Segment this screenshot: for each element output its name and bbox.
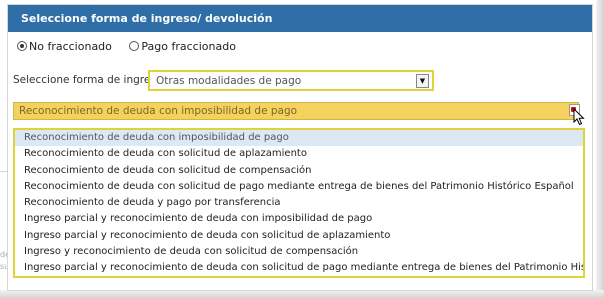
radio-checked-icon[interactable] — [17, 40, 27, 51]
dropdown-option[interactable]: Reconocimiento de deuda con solicitud de… — [15, 146, 583, 162]
modalidad-options-list: Reconocimiento de deuda con imposibilida… — [13, 128, 585, 278]
dropdown-option[interactable]: Ingreso parcial y reconocimiento de deud… — [15, 211, 583, 227]
forma-ingreso-label: Seleccione forma de ingreso: — [13, 74, 166, 86]
mouse-pointer-icon — [573, 108, 585, 126]
radio-label: Pago fraccionado — [141, 39, 236, 53]
triangle-down-icon[interactable]: ▼ — [416, 74, 429, 88]
payment-mode-radio-group: No fraccionado Pago fraccionado — [17, 39, 236, 55]
modalidad-select[interactable]: Reconocimiento de deuda con imposibilida… — [13, 102, 579, 120]
page-shadow-bottom — [0, 290, 604, 298]
panel-header: Seleccione forma de ingreso/ devolución — [8, 5, 592, 32]
radio-unchecked-icon[interactable] — [129, 40, 140, 51]
dropdown-option[interactable]: Reconocimiento de deuda con solicitud de… — [15, 179, 583, 195]
dropdown-option[interactable]: Ingreso y reconocimiento de deuda con so… — [15, 244, 583, 260]
dropdown-option[interactable]: Ingreso parcial y reconocimiento de deud… — [15, 260, 583, 276]
dropdown-option[interactable]: Reconocimiento de deuda y pago por trans… — [15, 195, 583, 211]
modalidad-value: Reconocimiento de deuda con imposibilida… — [19, 105, 298, 117]
page-shadow-right — [596, 0, 604, 298]
dropdown-option[interactable]: Reconocimiento de deuda con solicitud de… — [15, 163, 583, 179]
dropdown-option[interactable]: Ingreso parcial y reconocimiento de deud… — [15, 228, 583, 244]
dropdown-option[interactable]: Reconocimiento de deuda con imposibilida… — [15, 130, 583, 147]
radio-pago-fraccionado[interactable]: Pago fraccionado — [129, 40, 236, 53]
panel-title: Seleccione forma de ingreso/ devolución — [21, 12, 273, 25]
radio-label: No fraccionado — [29, 39, 112, 53]
radio-no-fraccionado[interactable]: No fraccionado — [17, 40, 112, 53]
forma-ingreso-select[interactable]: Otras modalidades de pago ▼ — [148, 70, 434, 91]
forma-ingreso-value: Otras modalidades de pago — [156, 75, 302, 87]
